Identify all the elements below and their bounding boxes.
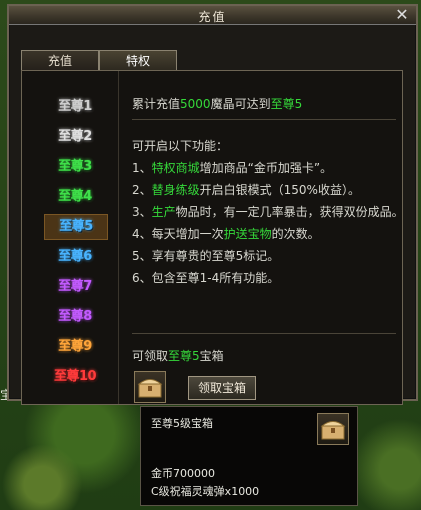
- close-icon[interactable]: ✕: [394, 6, 410, 24]
- tier-sidebar: 至尊1 至尊2 至尊3 至尊4 至尊5 至尊6 至尊7 至尊8 至尊9 至尊10: [22, 71, 119, 404]
- tier-6[interactable]: 至尊6: [44, 245, 106, 269]
- claim-line: 可领取至尊5宝箱: [132, 347, 224, 364]
- chest-tooltip: 至尊5级宝箱 金币700000 C级祝福灵魂弹x1000: [140, 406, 358, 506]
- feature-item: 2、替身练级开启白银模式（150%收益）。: [132, 181, 360, 198]
- claim-chest-button[interactable]: 领取宝箱: [188, 376, 256, 400]
- feature-num: 3、: [132, 205, 152, 219]
- feature-text: 享有尊贵的至尊5标记。: [151, 249, 280, 263]
- tooltip-title: 至尊5级宝箱: [151, 417, 213, 430]
- feature-text: 开启白银模式（150%收益）。: [199, 183, 360, 197]
- tier-2[interactable]: 至尊2: [44, 125, 106, 149]
- feature-highlight: 护送宝物: [223, 227, 272, 241]
- feature-item: 4、每天增加一次护送宝物的次数。: [132, 225, 320, 242]
- feature-highlight: 替身练级: [151, 183, 200, 197]
- summary-level: 至尊5: [270, 97, 303, 111]
- feature-item: 1、特权商城增加商品“金币加强卡”。: [132, 159, 332, 176]
- tooltip-item: C级祝福灵魂弹x1000: [151, 485, 260, 498]
- summary-amount: 5000: [180, 97, 211, 111]
- divider: [132, 333, 396, 334]
- tab-recharge[interactable]: 充值: [21, 50, 99, 71]
- feature-num: 6、: [132, 271, 152, 285]
- claim-level: 至尊5: [168, 349, 200, 363]
- feature-num: 5、: [132, 249, 152, 263]
- feature-highlight: 特权商城: [151, 161, 200, 175]
- summary-line: 累计充值5000魔晶可达到至尊5: [132, 95, 302, 112]
- feature-num: 4、: [132, 227, 152, 241]
- features-title: 可开启以下功能：: [132, 139, 229, 153]
- tier-10[interactable]: 至尊10: [44, 365, 106, 389]
- tier-7[interactable]: 至尊7: [44, 275, 106, 299]
- claim-suffix: 宝箱: [199, 349, 224, 363]
- feature-num: 1、: [132, 161, 152, 175]
- treasure-chest-icon[interactable]: [134, 371, 166, 403]
- feature-item: 6、包含至尊1-4所有功能。: [132, 269, 279, 286]
- tier-3[interactable]: 至尊3: [44, 155, 106, 179]
- privilege-panel: 至尊1 至尊2 至尊3 至尊4 至尊5 至尊6 至尊7 至尊8 至尊9 至尊10…: [21, 70, 404, 405]
- feature-text: 的次数。: [271, 227, 320, 241]
- feature-text: 包含至尊1-4所有功能。: [151, 271, 280, 285]
- tab-privilege[interactable]: 特权: [99, 50, 177, 71]
- feature-highlight: 生产: [151, 205, 176, 219]
- feature-text: 增加商品“金币加强卡”。: [199, 161, 333, 175]
- tier-8[interactable]: 至尊8: [44, 305, 106, 329]
- divider: [132, 119, 396, 120]
- tier-1[interactable]: 至尊1: [44, 95, 106, 119]
- feature-item: 5、享有尊贵的至尊5标记。: [132, 247, 279, 264]
- window-title: 充值: [198, 10, 227, 24]
- treasure-chest-icon: [317, 413, 349, 445]
- feature-num: 2、: [132, 183, 152, 197]
- tooltip-gold: 金币700000: [151, 467, 215, 480]
- tier-9[interactable]: 至尊9: [44, 335, 106, 359]
- claim-prefix: 可领取: [132, 349, 169, 363]
- tier-4[interactable]: 至尊4: [44, 185, 106, 209]
- feature-text: 物品时，有一定几率暴击，获得双份成品。: [175, 205, 404, 219]
- summary-prefix: 累计充值: [132, 97, 181, 111]
- feature-item: 3、生产物品时，有一定几率暴击，获得双份成品。: [132, 203, 404, 220]
- summary-mid: 魔晶可达到: [210, 97, 271, 111]
- recharge-window: 充值 ✕ 充值 特权 至尊1 至尊2 至尊3 至尊4 至尊5 至尊6 至尊7 至…: [7, 4, 418, 405]
- tier-5[interactable]: 至尊5: [44, 214, 108, 240]
- feature-pretext: 每天增加一次: [151, 227, 224, 241]
- title-bar[interactable]: 充值 ✕: [9, 6, 416, 25]
